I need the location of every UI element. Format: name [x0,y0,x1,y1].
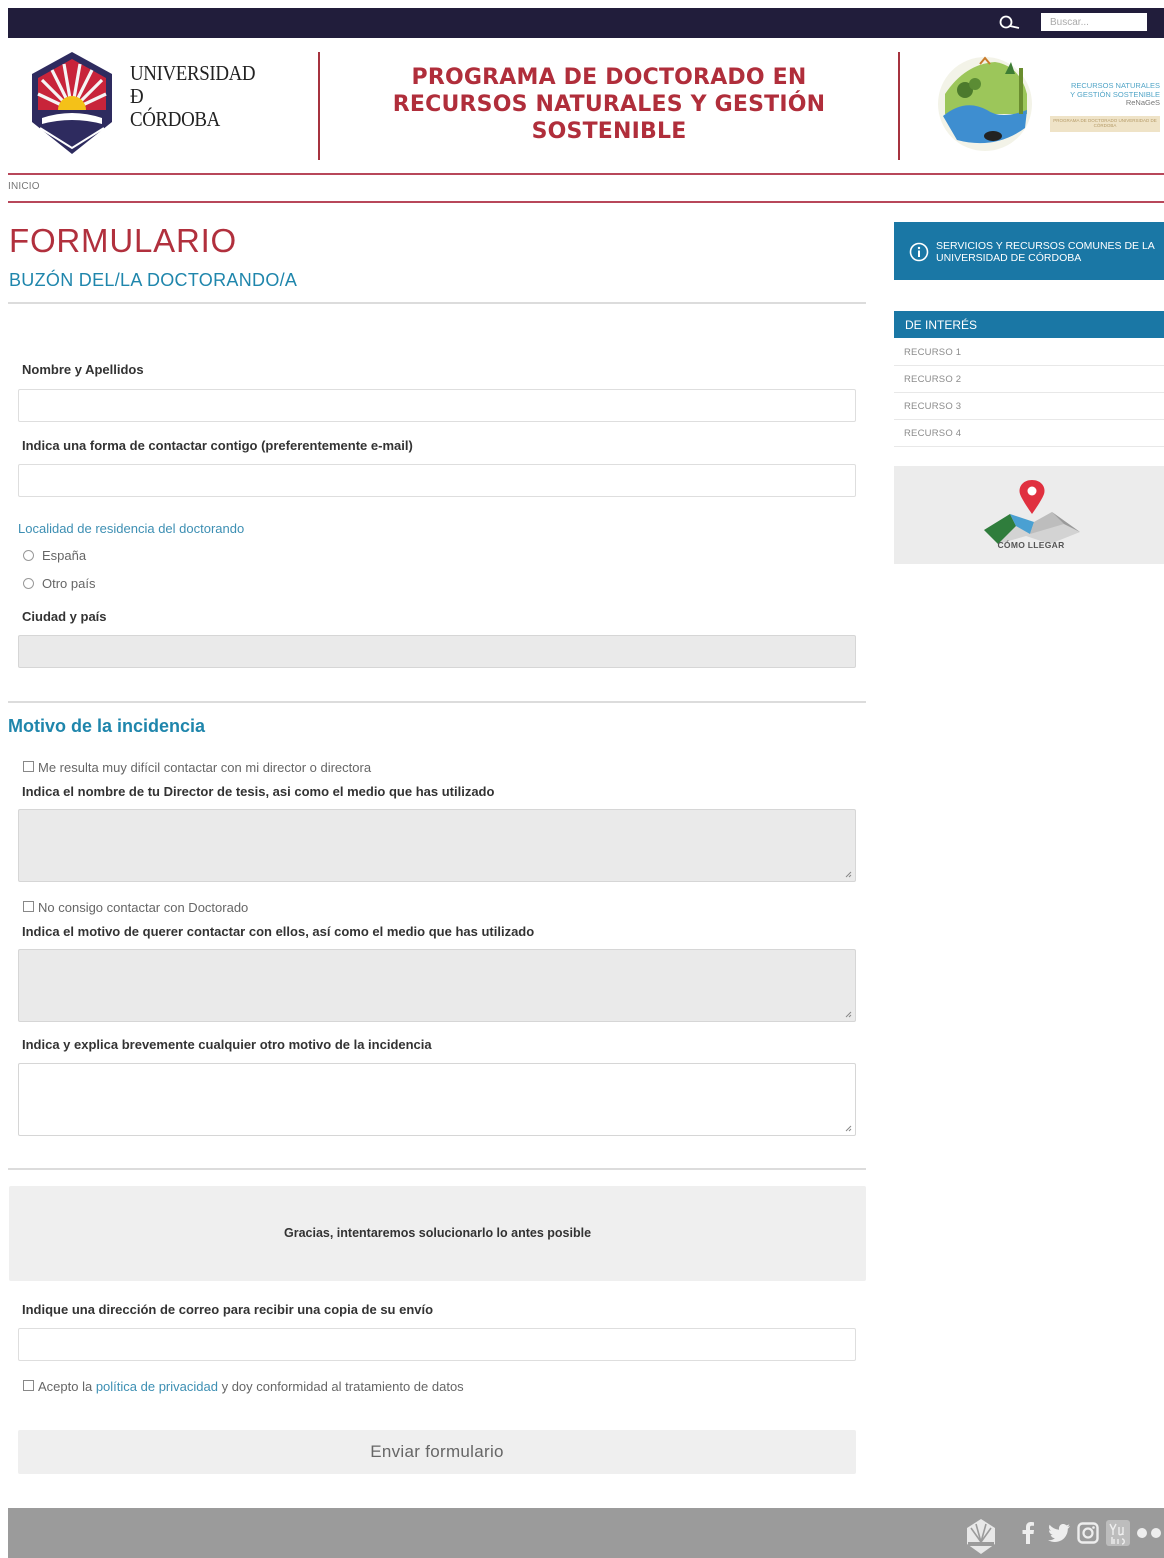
page-title: FORMULARIO [9,222,238,259]
privacy-checkbox-label[interactable]: Acepto la política de privacidad y doy c… [38,1379,464,1394]
facebook-icon[interactable] [1021,1522,1035,1544]
doctorado-checkbox-label[interactable]: No consigo contactar con Doctorado [38,900,248,915]
radio-spain-label[interactable]: España [42,548,86,563]
doctorado-checkbox[interactable] [23,901,34,912]
resize-handle-icon[interactable] [845,871,852,878]
resource-link-1[interactable]: RECURSO 1 [894,339,1164,366]
thanks-message: Gracias, intentaremos solucionarlo lo an… [283,1226,592,1240]
how-to-arrive-card[interactable]: CÓMO LLEGAR [894,466,1164,564]
program-title-line: RECURSOS NATURALES Y GESTIÓN [392,92,826,117]
city-label: Ciudad y país [22,609,107,624]
director-label: Indica el nombre de tu Director de tesis… [22,784,495,799]
resource-link-4[interactable]: RECURSO 4 [894,420,1164,447]
how-to-arrive-label: CÓMO LLEGAR [997,540,1065,550]
map-pin-icon [984,480,1080,544]
services-text: SERVICIOS Y RECURSOS COMUNES DE LA UNIVE… [936,240,1155,264]
resource-link-3[interactable]: RECURSO 3 [894,393,1164,420]
header-rule [8,173,1164,175]
form-divider [8,1168,866,1170]
residence-label: Localidad de residencia del doctorando [18,521,245,536]
university-name-line: UNIVERSIDAD [130,61,256,85]
city-field[interactable] [18,635,856,668]
submit-button[interactable]: Enviar formulario [18,1430,856,1474]
services-banner[interactable]: SERVICIOS Y RECURSOS COMUNES DE LA UNIVE… [894,222,1164,280]
name-label: Nombre y Apellidos [22,362,144,377]
interest-header: DE INTERÉS [894,311,1164,338]
radio-other-country-label[interactable]: Otro país [42,576,95,591]
privacy-suffix: y doy conformidad al tratamiento de dato… [221,1379,464,1394]
contact-label: Indica una forma de contactar contigo (p… [22,438,413,453]
director-checkbox-label[interactable]: Me resulta muy difícil contactar con mi … [38,760,371,775]
resize-handle-icon[interactable] [845,1011,852,1018]
copy-email-label: Indique una dirección de correo para rec… [22,1302,434,1317]
section-title: Motivo de la incidencia [8,716,206,736]
privacy-prefix: Acepto la [38,1379,93,1394]
youtube-icon[interactable] [1106,1520,1130,1546]
radio-other-country[interactable] [23,578,34,589]
search-icon[interactable] [997,14,1023,32]
thanks-box: Gracias, intentaremos solucionarlo lo an… [9,1186,866,1281]
flickr-icon[interactable] [1136,1527,1162,1539]
title-divider [8,302,866,304]
top-bar [8,8,1164,38]
other-reason-textarea[interactable] [18,1063,856,1136]
instagram-icon[interactable] [1077,1522,1099,1544]
program-title-line: PROGRAMA DE DOCTORADO EN [411,65,807,90]
university-name-line: Đ [130,84,144,108]
other-reason-label: Indica y explica brevemente cualquier ot… [22,1037,432,1052]
page-subtitle: BUZÓN DEL/LA DOCTORANDO/A [9,270,298,290]
resize-handle-icon[interactable] [845,1125,852,1132]
doctorado-label: Indica el motivo de querer contactar con… [22,924,535,939]
program-title-line: SOSTENIBLE [531,119,687,144]
name-field[interactable] [18,389,856,422]
footer [8,1508,1164,1558]
breadcrumb-home[interactable]: INICIO [8,181,40,192]
doctorado-textarea[interactable] [18,949,856,1022]
program-logo[interactable] [935,54,1035,154]
resource-link-2[interactable]: RECURSO 2 [894,366,1164,393]
program-logo-text: RECURSOS NATURALES Y GESTIÓN SOSTENIBLE … [1040,81,1160,132]
director-checkbox[interactable] [23,761,34,772]
university-name-line: CÓRDOBA [130,107,220,131]
header-divider [318,52,320,160]
university-logo[interactable] [28,48,116,158]
university-name: UNIVERSIDAD Đ CÓRDOBA [130,61,256,131]
header-divider [898,52,900,160]
privacy-checkbox[interactable] [23,1380,34,1391]
program-logo-line: ReNaGeS [1125,98,1160,107]
program-logo-band: PROGRAMA DE DOCTORADO UNIVERSIDAD DE CÓR… [1050,115,1160,132]
contact-field[interactable] [18,464,856,497]
uco-logo-icon[interactable] [964,1516,998,1556]
radio-spain[interactable] [23,550,34,561]
program-title: PROGRAMA DE DOCTORADO EN RECURSOS NATURA… [340,64,878,145]
section-divider [8,701,866,703]
search-input[interactable] [1041,13,1147,31]
info-icon [909,242,929,262]
copy-email-field[interactable] [18,1328,856,1361]
twitter-icon[interactable] [1048,1524,1070,1542]
breadcrumb-rule [8,201,1164,203]
director-textarea[interactable] [18,809,856,882]
privacy-policy-link[interactable]: política de privacidad [96,1379,218,1394]
